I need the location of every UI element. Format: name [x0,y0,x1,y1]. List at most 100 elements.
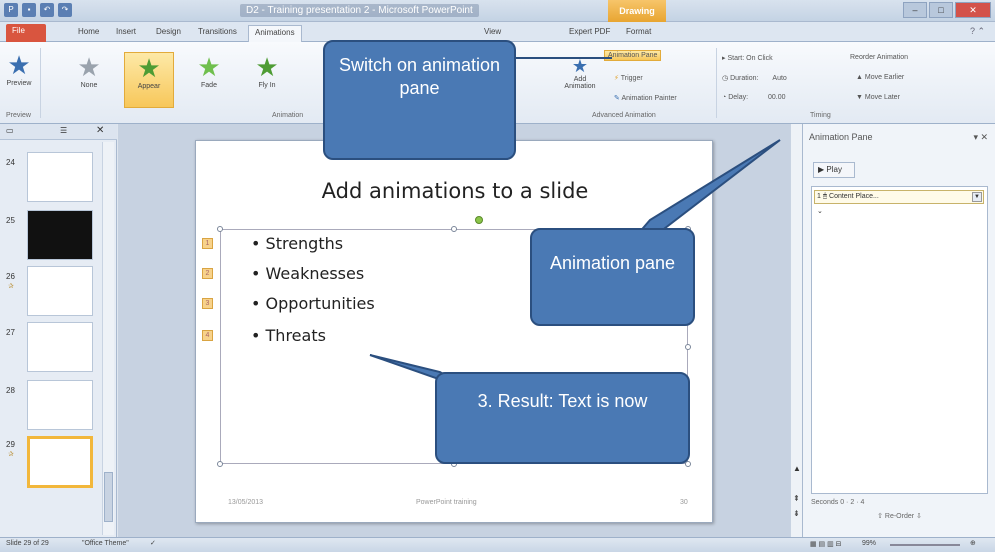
seconds-dropdown[interactable]: Seconds [811,499,838,506]
effect-fly-in[interactable]: ★ Fly In [244,52,290,89]
outline-tab-icon[interactable]: ▭ [6,126,14,135]
scroll-up-icon[interactable]: ▲ [793,464,801,473]
delay-input[interactable]: 00.00 [768,94,786,101]
appear-star-icon: ★ [137,53,161,83]
timeline-tick: 4 [860,499,865,506]
animation-pane: Animation Pane ▾ ✕ ▶ Play 1 🖱 Content Pl… [802,124,995,537]
effect-none[interactable]: ★ None [66,52,112,89]
close-pane-icon[interactable]: ▾ ✕ [973,132,988,143]
preview-button[interactable]: ★ Preview [4,50,34,87]
bullet-item: • Threats [251,326,326,345]
view-buttons[interactable]: ▦ ▤ ▥ ⊟ [810,540,842,548]
slide-thumbnail[interactable] [27,152,93,202]
animation-order-marker[interactable]: 2 [202,268,213,279]
animation-pane-title: Animation Pane [809,132,873,142]
up-arrow-icon[interactable]: ⇧ [877,513,883,520]
tab-insert[interactable]: Insert [110,25,142,42]
lightning-icon: ⚡ [614,75,619,82]
animation-pane-button[interactable]: Animation Pane [604,50,662,61]
animation-list: 1 🖱 Content Place... ▼ ⌄ [811,186,988,494]
zoom-level[interactable]: 99% [862,540,876,547]
close-pane-icon[interactable]: ✕ [96,125,104,136]
resize-handle[interactable] [685,344,691,350]
add-animation-button[interactable]: ★ Add Animation [562,56,598,90]
duration-input[interactable]: Auto [772,75,786,82]
next-slide-icon[interactable]: ⇟ [793,509,800,518]
title-bar: P ▪ ↶ ↷ D2 - Training presentation 2 - M… [0,0,995,38]
window-controls: – □ ✕ [903,2,991,18]
slide-thumbnail[interactable] [27,266,93,316]
animation-item-number: 1 [817,193,821,200]
slide-canvas[interactable]: Add animations to a slide 1 • Strengths … [195,140,713,523]
spellcheck-icon[interactable]: ✓ [150,539,156,547]
slide-number: 26 [6,272,15,281]
callout-switch-on-pane: Switch on animation pane [323,40,516,160]
save-icon[interactable]: ▪ [22,3,36,17]
group-separator [716,48,717,118]
slide-thumbnail-selected[interactable] [27,436,93,488]
slides-tab-icon[interactable]: ☰ [60,126,67,135]
slides-pane: ▭ ☰ ✕ 24 25 26 ✰ 27 28 29 ✰ [0,124,117,537]
close-button[interactable]: ✕ [955,2,991,18]
item-dropdown-icon[interactable]: ▼ [972,192,982,202]
tab-home[interactable]: Home [72,25,105,42]
animation-group-label: Animation [272,112,304,119]
start-icon: ▸ [722,55,726,62]
slide-scrollbar[interactable]: ▲ ⇞ ⇟ [790,124,802,537]
slide-thumbnail[interactable] [27,210,93,260]
prev-slide-icon[interactable]: ⇞ [793,494,800,503]
slide-number: 25 [6,216,15,225]
play-button[interactable]: ▶ Play [813,162,855,178]
down-arrow-icon[interactable]: ⇩ [916,513,922,520]
tab-design[interactable]: Design [150,25,187,42]
move-later-button[interactable]: ▼ Move Later [856,94,900,101]
callout-result: 3. Result: Text is now [435,372,690,464]
slide-count: Slide 29 of 29 [6,540,49,547]
add-animation-icon: ★ [571,56,589,76]
tab-animations[interactable]: Animations [248,25,302,42]
help-icon[interactable]: ? ⌃ [970,26,985,37]
slide-thumbnail[interactable] [27,380,93,430]
tab-transitions[interactable]: Transitions [192,25,243,42]
bullet-text: Strengths [265,234,344,253]
tab-file[interactable]: File [6,24,46,42]
effect-fade[interactable]: ★ Fade [186,52,232,89]
status-bar: Slide 29 of 29 "Office Theme" ✓ ▦ ▤ ▥ ⊟ … [0,537,995,552]
preview-label: Preview [6,80,32,87]
redo-icon[interactable]: ↷ [58,3,72,17]
expand-icon[interactable]: ⌄ [817,207,823,215]
maximize-button[interactable]: □ [929,2,953,18]
animation-painter-button[interactable]: ✎ Animation Painter [614,94,677,102]
effect-none-label: None [80,82,98,89]
down-arrow-icon: ▼ [856,94,863,101]
effect-appear[interactable]: ★ Appear [124,52,174,108]
zoom-slider[interactable] [890,544,960,546]
resize-handle[interactable] [217,226,223,232]
rotation-handle[interactable] [475,216,483,224]
delay-row: ◔ Delay: 00.00 [722,94,786,101]
slides-pane-scrollbar[interactable] [102,142,114,535]
animation-order-marker[interactable]: 3 [202,298,213,309]
minimize-button[interactable]: – [903,2,927,18]
slide-title[interactable]: Add animations to a slide [196,179,714,203]
fit-slide-icon[interactable]: ⊕ [970,539,976,547]
animation-order-marker[interactable]: 4 [202,330,213,341]
tab-format[interactable]: Format [620,25,657,42]
timing-group-label: Timing [810,112,831,119]
slide-number: 27 [6,328,15,337]
trigger-button[interactable]: ⚡ Trigger [614,74,643,82]
drawing-tools-tab[interactable]: Drawing Tools [608,0,666,38]
resize-handle[interactable] [217,461,223,467]
timeline-tick: 2 [850,499,855,506]
scroll-thumb[interactable] [104,472,113,522]
slide-thumbnail[interactable] [27,322,93,372]
tab-expert-pdf[interactable]: Expert PDF [563,25,616,42]
animation-list-item[interactable]: 1 🖱 Content Place... ▼ [814,190,984,204]
move-earlier-button[interactable]: ▲ Move Earlier [856,74,904,81]
undo-icon[interactable]: ↶ [40,3,54,17]
duration-icon: ◷ [722,75,729,82]
animation-order-marker[interactable]: 1 [202,238,213,249]
duration-row: ◷ Duration: Auto [722,74,787,82]
start-select[interactable]: On Click [746,55,772,62]
resize-handle[interactable] [451,226,457,232]
